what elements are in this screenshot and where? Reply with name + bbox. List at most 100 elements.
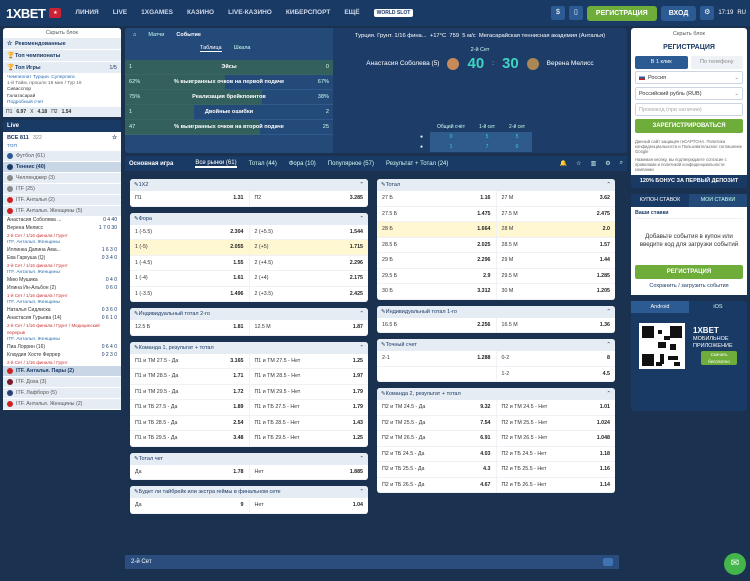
star-icon[interactable]: ☆ (576, 160, 581, 167)
bet-outcome[interactable]: П2 и ТБ 24.5 - Да 4.03 (377, 447, 496, 462)
bet-outcome[interactable]: П2 и ТБ 24.5 - Нет 1.18 (495, 446, 616, 461)
market-title[interactable]: ✎ Индивидуальный тотал 2-го ⌃ (130, 308, 368, 320)
live-game[interactable]: ITF. Анталья. Женщины Пиа Лоррин (16) 0 6… (3, 336, 121, 367)
bet-outcome[interactable]: 1 (-5) 2.055 (130, 240, 249, 255)
bet-outcome[interactable]: П1 и ТБ 28.5 - Да 2.54 (130, 416, 249, 431)
bet-outcome[interactable]: П2 и ТМ 25.5 - Да 7.54 (377, 416, 496, 431)
bet-outcome[interactable]: П2 и ТМ 26.5 - Да 6.91 (377, 431, 496, 446)
bet-outcome[interactable]: П2 и ТБ 25.5 - Да 4.3 (377, 462, 496, 477)
bet-outcome[interactable]: П1 и ТБ 29.5 - Да 3.48 (130, 431, 249, 446)
tab-bet-slip[interactable]: КУПОН СТАВОК (631, 194, 689, 208)
bet-outcome[interactable]: Да 9 (130, 498, 249, 513)
chevron-up-icon[interactable]: ⌃ (359, 345, 364, 351)
bet-outcome[interactable]: 2 (+5) 1.715 (248, 240, 368, 255)
bet-outcome[interactable]: 2-1 1.288 (377, 351, 496, 366)
bet-outcome[interactable]: 28 М 2.0 (495, 222, 615, 237)
bet-outcome[interactable]: 2 (+4) 2.175 (248, 271, 369, 286)
columns-icon[interactable]: ▥ (591, 160, 597, 167)
bet-outcome[interactable]: 0-2 8 (495, 351, 616, 366)
tab-matches[interactable]: Матчи (148, 32, 164, 38)
bet-outcome[interactable]: П2 и ТБ 26.5 - Да 4.67 (377, 478, 496, 493)
bet-outcome[interactable]: 16.5 Б 2.256 (377, 318, 496, 333)
market-title[interactable]: ✎ Точный счет ⌃ (377, 339, 615, 351)
hide-block-button[interactable]: Скрыть блок (631, 28, 747, 40)
promo-badge[interactable]: WORLD SLOT (373, 9, 414, 17)
bet-outcome[interactable]: 29.5 М 1.285 (495, 268, 616, 283)
league-challenger[interactable]: Челленджер (3) (3, 173, 121, 185)
filter-handicap[interactable]: Фора (10) (289, 161, 316, 167)
tab-event[interactable]: Событие (176, 32, 201, 38)
odd-p2[interactable]: 1.54 (62, 109, 72, 115)
bet-outcome[interactable]: П1 и ТБ 27.5 - Да 1.89 (130, 400, 249, 415)
bet-outcome[interactable]: П1 и ТМ 27.5 - Да 3.165 (130, 354, 249, 369)
bet-outcome[interactable]: 27 М 3.62 (495, 191, 616, 206)
bet-outcome[interactable]: 1 (-5.5) 2.304 (130, 225, 249, 240)
bet-outcome[interactable]: Да 1.78 (130, 465, 249, 480)
bet-outcome[interactable]: П1 и ТМ 29.5 - Да 1.72 (130, 385, 249, 400)
bet-outcome[interactable]: 27.5 Б 1.475 (377, 207, 496, 222)
download-app-button[interactable]: Скачать бесплатно (701, 351, 737, 366)
market-title[interactable]: ✎ Фора ⌃ (130, 212, 368, 225)
bet-outcome[interactable]: П1 и ТБ 27.5 - Нет 1.79 (248, 400, 369, 415)
chevron-up-icon[interactable]: ⌃ (359, 456, 364, 462)
featured-match[interactable]: Чемпионат Турции. Суперлига 1-й Тайм, пр… (3, 74, 121, 108)
bet-outcome[interactable]: 29 М 1.44 (495, 253, 616, 268)
bet-outcome[interactable]: 30 М 1.205 (495, 284, 616, 299)
submit-register-button[interactable]: ЗАРЕГИСТРИРОВАТЬСЯ (635, 119, 743, 133)
bet-outcome[interactable]: П2 и ТБ 26.5 - Нет 1.14 (495, 477, 616, 492)
filter-all-markets[interactable]: Все рынки (61) (195, 160, 237, 168)
bet-outcome[interactable]: П1 и ТМ 29.5 - Нет 1.79 (248, 384, 369, 399)
league-itf-doha[interactable]: ITF. Доха (3) (3, 377, 121, 389)
bet-outcome[interactable]: П2 и ТМ 24.5 - Да 9.32 (377, 400, 496, 415)
currency-select[interactable]: Российский рубль (RUB) ⌄ (635, 87, 743, 100)
live-game[interactable]: ITF. Анталья. Женщины Мию Мушика 0 4 0 Ил… (3, 269, 121, 300)
bet-outcome[interactable]: 27 Б 1.16 (377, 191, 496, 206)
league-itf[interactable]: ITF (25) (3, 184, 121, 196)
league-itf-antalya-pairs[interactable]: ITF. Анталья. Пары (2) (3, 366, 121, 378)
language-select[interactable]: RU (737, 10, 746, 16)
hide-block-button[interactable]: Скрыть блок (3, 28, 121, 38)
market-title[interactable]: ✎ 1X2 ⌃ (130, 179, 368, 191)
market-title[interactable]: ✎ Команда 2, результат + тотал ⌃ (377, 388, 615, 400)
market-title[interactable]: ✎ Индивидуальный тотал 1-го ⌃ (377, 305, 615, 318)
chevron-up-icon[interactable]: ⌃ (606, 342, 611, 348)
sidebar-item-recommended[interactable]: ☆ Рекомендованные (3, 38, 121, 50)
deposit-bonus-banner[interactable]: 120% БОНУС ЗА ПЕРВЫЙ ДЕПОЗИТ (631, 175, 747, 189)
bet-outcome[interactable]: 29 Б 2.296 (377, 253, 496, 268)
chevron-up-icon[interactable]: ⌃ (359, 216, 364, 222)
chevron-up-icon[interactable]: ⌃ (606, 391, 611, 397)
bet-outcome[interactable]: Нет 1.04 (248, 498, 369, 513)
bet-outcome[interactable]: П1 и ТБ 28.5 - Нет 1.43 (248, 415, 369, 430)
search-icon[interactable]: ⌕ (620, 160, 623, 167)
bet-outcome[interactable]: 30 Б 3.312 (377, 284, 496, 299)
save-load-events-link[interactable]: Сохранить / загрузить события (635, 283, 743, 292)
bet-outcome[interactable]: П1 и ТМ 27.5 - Нет 1.25 (248, 353, 369, 368)
bet-outcome[interactable]: 28.5 М 1.57 (495, 237, 616, 252)
bet-outcome[interactable]: 16.5 М 1.36 (495, 317, 616, 332)
tab-by-phone[interactable]: По телефону (690, 56, 743, 69)
filter-popular[interactable]: Популярное (57) (328, 161, 374, 167)
nav-esports[interactable]: КИБЕРСПОРТ (286, 9, 330, 17)
bet-outcome[interactable] (377, 367, 496, 382)
market-title[interactable]: ✎ Будет ли тайбрейк или экстра геймы в ф… (130, 486, 368, 498)
nav-1xgames[interactable]: 1XGAMES (141, 9, 173, 17)
bet-outcome[interactable]: П1 1.31 (130, 191, 249, 206)
bet-outcome[interactable]: 28.5 Б 2.025 (377, 238, 496, 253)
all-live-filter[interactable]: ВСЕ 811 322 ☆ (3, 132, 121, 144)
chat-icon[interactable]: ✉ (724, 553, 746, 575)
sidebar-item-top-champs[interactable]: 🏆 Топ чемпионаты (3, 50, 121, 62)
bet-outcome[interactable]: П2 и ТМ 25.5 - Нет 1.024 (495, 415, 616, 430)
nav-casino[interactable]: КАЗИНО (187, 9, 214, 17)
settings-icon[interactable]: ⚙ (700, 6, 715, 20)
tab-table[interactable]: Таблица (200, 45, 222, 52)
market-title[interactable]: ✎ Команда 1, результат + тотал ⌃ (130, 341, 368, 354)
nav-line[interactable]: ЛИНИЯ (75, 9, 98, 17)
league-itf-antalya[interactable]: ITF. Анталья (2) (3, 195, 121, 207)
detailed-score-link[interactable]: Подробный счет (7, 100, 117, 106)
phone-icon[interactable]: ▯ (568, 6, 583, 20)
bet-outcome[interactable]: 12.5 М 1.87 (248, 320, 369, 335)
pager[interactable]: 1/5 (109, 65, 117, 71)
chevron-up-icon[interactable]: ⌃ (359, 489, 364, 495)
home-icon[interactable]: ⌂ (133, 32, 136, 38)
nav-live[interactable]: LIVE (113, 9, 127, 17)
